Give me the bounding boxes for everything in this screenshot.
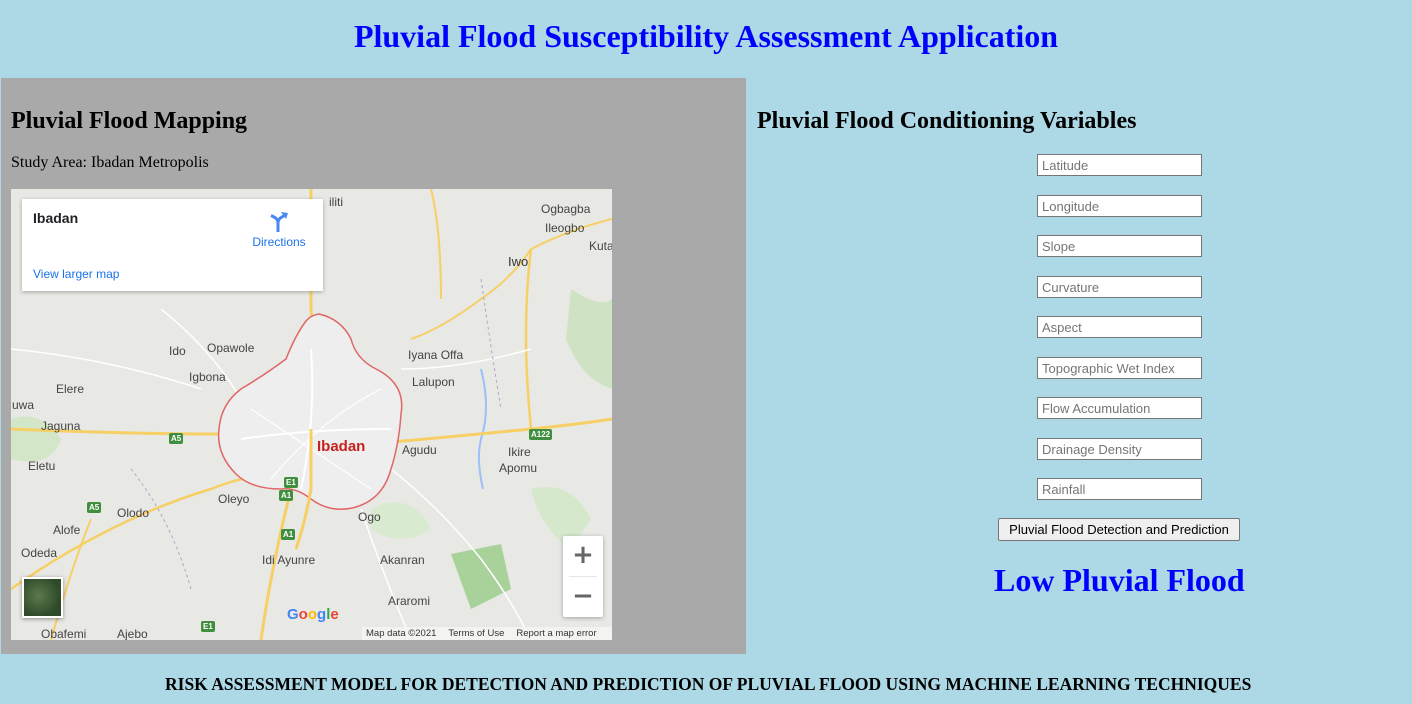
place-kuta: Kuta bbox=[589, 239, 612, 253]
directions-icon bbox=[270, 212, 288, 232]
place-lalupon: Lalupon bbox=[412, 375, 455, 389]
place-opawole: Opawole bbox=[207, 341, 255, 355]
place-ileogbo: Ileogbo bbox=[545, 221, 585, 235]
footer-caption: RISK ASSESSMENT MODEL FOR DETECTION AND … bbox=[165, 674, 1252, 694]
latitude-input[interactable] bbox=[1037, 154, 1202, 176]
road-shield-a5: A5 bbox=[169, 433, 184, 444]
place-iwo: Iwo bbox=[508, 254, 529, 269]
road-shield-a1: A1 bbox=[281, 529, 296, 540]
place-iliti: iliti bbox=[329, 195, 343, 209]
info-card-title: Ibadan bbox=[33, 210, 79, 226]
place-obafemi: Obafemi bbox=[41, 627, 87, 640]
place-igbona: Igbona bbox=[189, 370, 226, 384]
variables-heading: Pluvial Flood Conditioning Variables bbox=[757, 108, 1137, 134]
place-olodo: Olodo bbox=[117, 506, 150, 520]
map-data-credit: Map data ©2021 bbox=[366, 628, 437, 639]
place-ikire: Ikire bbox=[508, 445, 531, 459]
zoom-in-button[interactable]: + bbox=[563, 536, 603, 576]
map-info-card: Ibadan Directions View larger map bbox=[22, 199, 323, 291]
directions-label: Directions bbox=[252, 235, 306, 249]
place-ogo: Ogo bbox=[358, 510, 381, 524]
curvature-input[interactable] bbox=[1037, 276, 1202, 298]
place-ajebo: Ajebo bbox=[117, 627, 148, 640]
mapping-heading: Pluvial Flood Mapping bbox=[11, 108, 248, 134]
study-area-label: Study Area: Ibadan Metropolis bbox=[11, 154, 209, 171]
terms-of-use-link[interactable]: Terms of Use bbox=[448, 627, 504, 640]
place-ogbagba: Ogbagba bbox=[541, 202, 591, 216]
report-map-error-link[interactable]: Report a map error bbox=[516, 627, 596, 640]
zoom-controls: + − bbox=[563, 536, 603, 617]
road-shield-a5: A5 bbox=[87, 502, 102, 513]
rainfall-input[interactable] bbox=[1037, 478, 1202, 500]
satellite-toggle[interactable] bbox=[22, 577, 63, 618]
place-alofe: Alofe bbox=[53, 523, 81, 537]
directions-button[interactable]: Directions bbox=[249, 211, 309, 249]
road-shield-a1: A1 bbox=[279, 490, 294, 501]
app-title: Pluvial Flood Susceptibility Assessment … bbox=[353, 18, 1059, 54]
place-agudu: Agudu bbox=[402, 443, 437, 457]
place-idi-ayunre: Idi Ayunre bbox=[262, 553, 316, 567]
aspect-input[interactable] bbox=[1037, 316, 1202, 338]
view-larger-map-link[interactable]: View larger map bbox=[33, 267, 119, 281]
place-apomu: Apomu bbox=[499, 461, 538, 475]
place-oleyo: Oleyo bbox=[218, 492, 250, 506]
place-odeda: Odeda bbox=[21, 546, 58, 560]
place-jaguna: Jaguna bbox=[41, 419, 81, 433]
place-ibadan: Ibadan bbox=[317, 438, 366, 455]
google-logo: Google bbox=[287, 606, 339, 623]
detection-prediction-button[interactable]: Pluvial Flood Detection and Prediction bbox=[998, 518, 1240, 541]
longitude-input[interactable] bbox=[1037, 195, 1202, 217]
road-shield-e1: E1 bbox=[201, 621, 215, 632]
place-uwa: uwa bbox=[12, 398, 35, 412]
flow-accumulation-input[interactable] bbox=[1037, 397, 1202, 419]
place-ido: Ido bbox=[169, 344, 186, 358]
slope-input[interactable] bbox=[1037, 235, 1202, 257]
place-eletu: Eletu bbox=[28, 459, 56, 473]
road-shield-e1: E1 bbox=[284, 477, 298, 488]
embedded-map[interactable]: Ibadan Iwo Ogbagba Ileogbo Kuta iliti Id… bbox=[11, 189, 612, 640]
topographic-wet-index-input[interactable] bbox=[1037, 357, 1202, 379]
road-shield-a122: A122 bbox=[529, 429, 553, 440]
place-akanran: Akanran bbox=[380, 553, 425, 567]
zoom-out-button[interactable]: − bbox=[563, 577, 603, 617]
map-attribution: Map data ©2021 Terms of Use Report a map… bbox=[362, 627, 612, 640]
prediction-result: Low Pluvial Flood bbox=[994, 562, 1245, 598]
flood-mapping-panel: Pluvial Flood Mapping Study Area: Ibadan… bbox=[1, 78, 746, 654]
place-iyana-offa: Iyana Offa bbox=[408, 348, 464, 362]
place-araromi: Araromi bbox=[388, 594, 431, 608]
drainage-density-input[interactable] bbox=[1037, 438, 1202, 460]
place-elere: Elere bbox=[56, 382, 85, 396]
